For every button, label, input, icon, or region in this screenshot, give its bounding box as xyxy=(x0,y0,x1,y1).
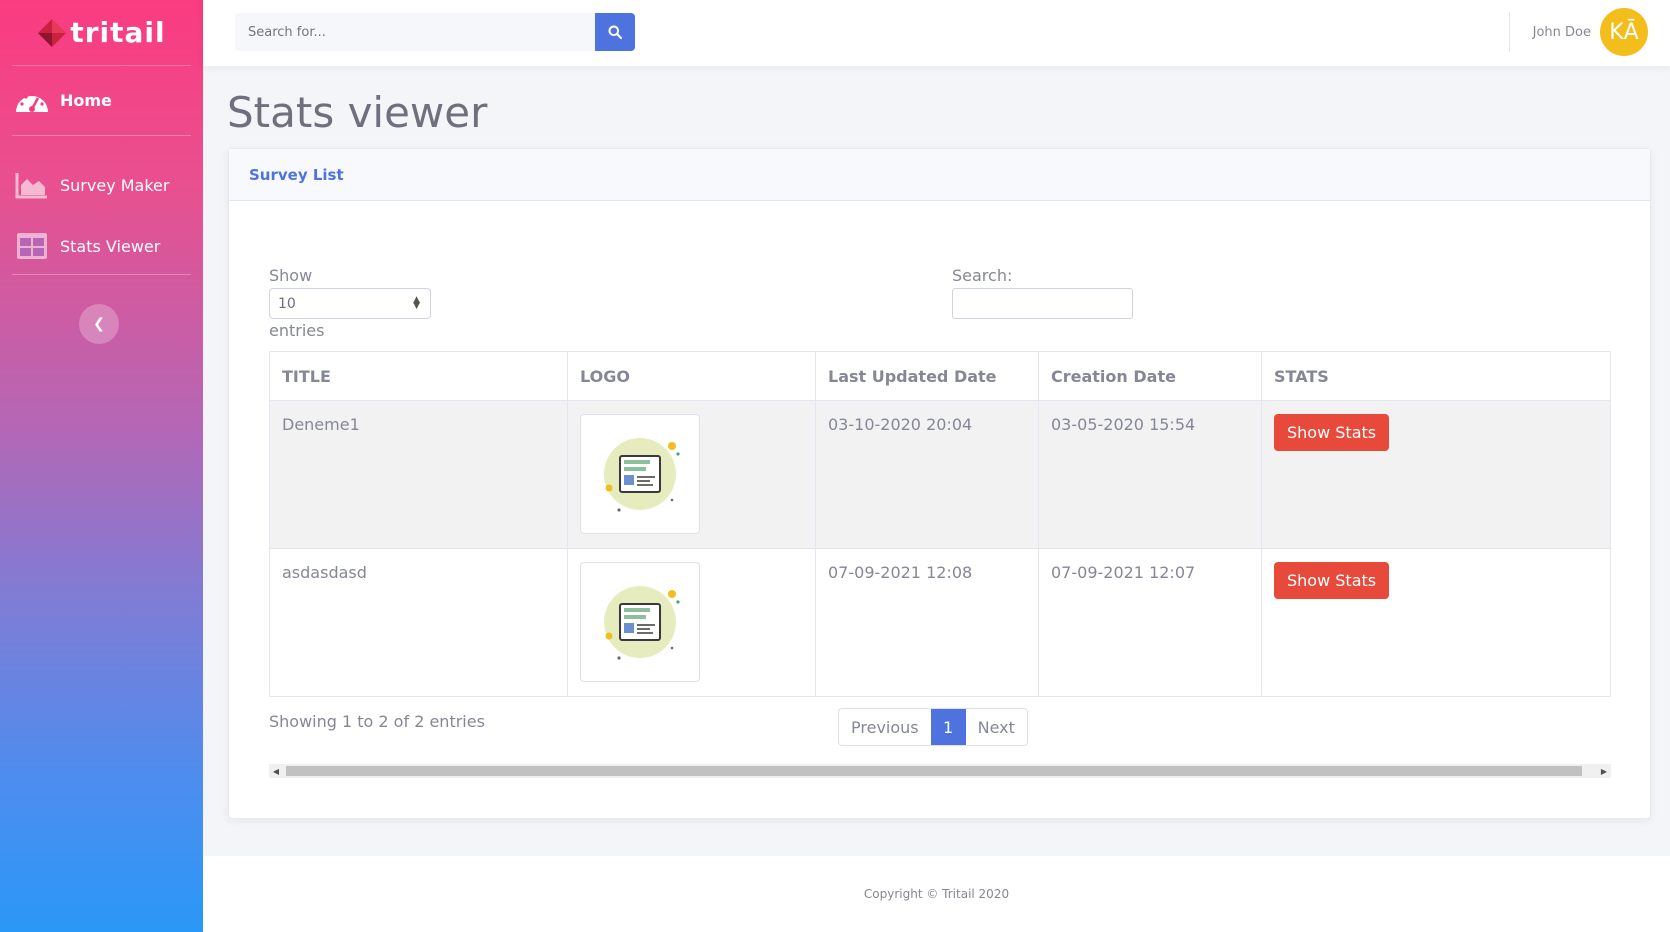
survey-document-icon xyxy=(604,438,680,512)
entries-select-value: 10 xyxy=(278,295,296,312)
column-header-logo[interactable]: LOGO xyxy=(567,351,816,401)
tachometer-icon xyxy=(14,86,50,116)
show-stats-button[interactable]: Show Stats xyxy=(1274,562,1390,599)
cell-last-updated: 07-09-2021 12:08 xyxy=(815,548,1039,697)
area-chart-icon xyxy=(14,170,50,200)
survey-list-card: Survey List Show 10 ▲ ▼ entries Search: T… xyxy=(228,148,1651,819)
sidebar-item-label: Stats Viewer xyxy=(60,236,161,256)
sort-arrows-icon: ▲ ▼ xyxy=(413,295,420,311)
cell-last-updated: 03-10-2020 20:04 xyxy=(815,400,1039,549)
table-header-row: TITLE LOGO Last Updated Date Creation Da… xyxy=(269,351,1611,401)
table-search-input[interactable] xyxy=(952,288,1133,319)
pagination-page-1[interactable]: 1 xyxy=(930,709,966,745)
user-name: John Doe xyxy=(1532,24,1591,40)
topbar-divider xyxy=(1509,12,1510,52)
sidebar: tritail Home Survey Maker Stats Viewer ❮ xyxy=(0,0,203,932)
column-header-creation-date[interactable]: Creation Date xyxy=(1038,351,1262,401)
column-header-last-updated[interactable]: Last Updated Date xyxy=(815,351,1039,401)
sidebar-item-home[interactable]: Home xyxy=(12,66,191,136)
topbar-search xyxy=(235,13,635,51)
scrollbar-thumb[interactable] xyxy=(286,766,1582,776)
survey-logo-image xyxy=(580,414,700,534)
table-search-label: Search: xyxy=(952,266,1013,285)
cell-stats: Show Stats xyxy=(1261,400,1611,549)
search-button[interactable] xyxy=(595,13,635,51)
table-grid-icon xyxy=(14,231,50,261)
show-stats-button[interactable]: Show Stats xyxy=(1274,414,1390,451)
cell-logo xyxy=(567,548,816,697)
cell-creation-date: 03-05-2020 15:54 xyxy=(1038,400,1262,549)
brand-logo: tritail xyxy=(37,16,165,49)
sidebar-toggle-button[interactable]: ❮ xyxy=(79,304,119,344)
user-menu[interactable]: John Doe KĀ xyxy=(1533,8,1648,56)
page-title: Stats viewer xyxy=(227,88,488,137)
survey-logo-image xyxy=(580,562,700,682)
cell-title: Deneme1 xyxy=(269,400,568,549)
chevron-left-icon: ❮ xyxy=(93,316,105,332)
brand-diamond-icon xyxy=(38,18,67,47)
table-row: Deneme1 03-10-2020 20:04 03-05-2020 15:5… xyxy=(269,400,1611,549)
avatar: KĀ xyxy=(1600,8,1648,56)
search-input[interactable] xyxy=(235,13,595,51)
scroll-left-arrow-icon[interactable]: ◀ xyxy=(269,764,283,778)
pagination: Previous 1 Next xyxy=(838,708,1028,746)
show-label: Show xyxy=(269,266,313,285)
cell-title: asdasdasd xyxy=(269,548,568,697)
sidebar-item-label: Survey Maker xyxy=(60,175,170,195)
entries-label: entries xyxy=(269,321,325,340)
entries-select[interactable]: 10 ▲ ▼ xyxy=(269,288,431,319)
horizontal-scrollbar[interactable]: ◀ ▶ xyxy=(269,764,1611,778)
cell-stats: Show Stats xyxy=(1261,548,1611,697)
copyright-text: Copyright © Tritail 2020 xyxy=(863,887,1010,901)
table-info: Showing 1 to 2 of 2 entries xyxy=(269,712,485,731)
table-row: asdasdasd 07-09-2021 12:08 07-09-2021 12… xyxy=(269,548,1611,697)
sidebar-item-label: Home xyxy=(60,91,112,110)
footer: Copyright © Tritail 2020 xyxy=(203,856,1670,932)
scroll-right-arrow-icon[interactable]: ▶ xyxy=(1597,764,1611,778)
survey-table: TITLE LOGO Last Updated Date Creation Da… xyxy=(269,351,1611,697)
column-header-stats[interactable]: STATS xyxy=(1261,351,1611,401)
survey-document-icon xyxy=(604,586,680,660)
brand-name: tritail xyxy=(70,16,166,49)
column-header-title[interactable]: TITLE xyxy=(269,351,568,401)
cell-logo xyxy=(567,400,816,549)
pagination-previous[interactable]: Previous xyxy=(839,709,931,745)
sidebar-item-survey-maker[interactable]: Survey Maker xyxy=(0,152,203,218)
card-header: Survey List xyxy=(229,149,1650,201)
topbar: John Doe KĀ xyxy=(203,0,1670,66)
cell-creation-date: 07-09-2021 12:07 xyxy=(1038,548,1262,697)
pagination-next[interactable]: Next xyxy=(966,709,1027,745)
sidebar-divider xyxy=(12,274,191,275)
search-icon xyxy=(608,25,622,39)
sidebar-item-stats-viewer[interactable]: Stats Viewer xyxy=(0,218,203,274)
brand[interactable]: tritail xyxy=(12,0,191,66)
